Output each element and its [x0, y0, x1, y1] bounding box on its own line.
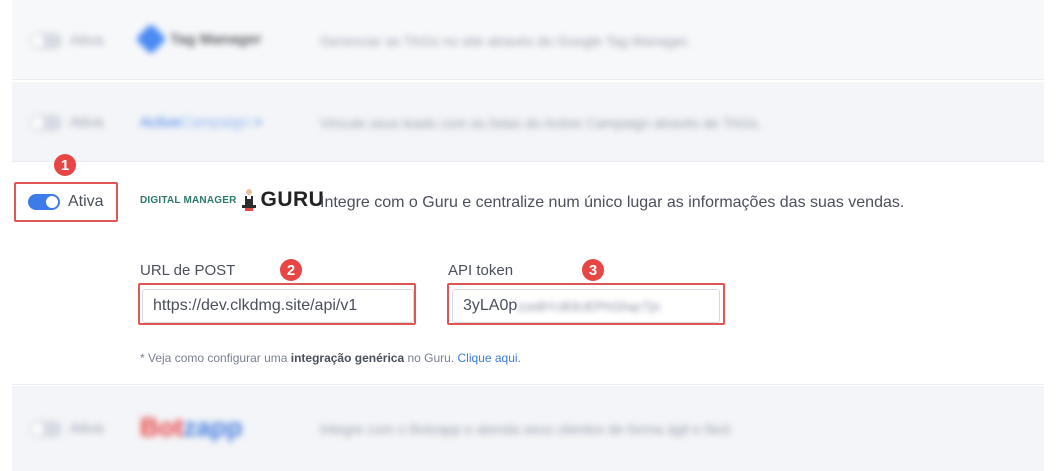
annotation-badge-2: 2 [280, 259, 302, 281]
botzapp-logo: Botzapp [140, 412, 243, 443]
annotation-badge-3: 3 [582, 259, 604, 281]
highlight-token-field [447, 283, 725, 325]
toggle-label: Ativa [70, 420, 104, 437]
tag-manager-diamond-icon [135, 23, 167, 55]
logo-text-big: GURU [260, 188, 325, 211]
integration-row-botzapp: Ativa Botzapp Integre com o Botzapp e at… [12, 386, 1044, 471]
logo-text-red: Bot [140, 412, 184, 442]
integration-description: Integre com o Guru e centralize num únic… [320, 194, 905, 211]
logo-text-main: Active [140, 114, 181, 131]
logo-text-blue: zapp [183, 412, 243, 442]
logo-text-small: DIGITAL MANAGER [140, 194, 237, 206]
toggle-switch[interactable] [30, 420, 62, 437]
help-note: * Veja como configurar uma integração ge… [140, 351, 521, 365]
note-bold: integração genérica [290, 351, 405, 365]
note-middle: no Guru. [404, 351, 458, 365]
toggle-active-campaign[interactable]: Ativa [30, 114, 103, 131]
integration-row-guru: Ativa 1 DIGITAL MANAGER GURU Integre com… [12, 154, 1044, 385]
note-suffix: . [517, 351, 521, 365]
logo-arrow: > [253, 114, 263, 131]
tag-manager-logo: Tag Manager [135, 23, 262, 55]
toggle-switch[interactable] [30, 32, 62, 49]
highlight-toggle [14, 182, 118, 222]
guru-logo: DIGITAL MANAGER GURU [140, 188, 324, 212]
logo-text: Tag Manager [170, 30, 262, 48]
click-here-link[interactable]: Clique aqui [458, 351, 518, 365]
annotation-badge-1: 1 [54, 154, 76, 176]
note-prefix: * Veja como configurar uma [140, 351, 291, 365]
integration-description: Integre com o Botzapp e atenda seus clie… [320, 421, 734, 437]
integration-description: Gerenciar as TAGs no site através do Goo… [320, 33, 691, 49]
url-post-label: URL de POST [140, 262, 236, 279]
toggle-switch[interactable] [30, 114, 62, 131]
api-token-label: API token [448, 262, 514, 279]
active-campaign-logo: ActiveCampaign > [140, 114, 262, 131]
integration-row-tag-manager: Ativa Tag Manager Gerenciar as TAGs no s… [12, 0, 1044, 80]
toggle-label: Ativa [70, 114, 104, 131]
integration-row-active-campaign: Ativa ActiveCampaign > Vincule seus lead… [12, 82, 1044, 162]
logo-text-light: Campaign [180, 114, 250, 131]
integration-description: Vincule seus leads com as listas do Acti… [320, 115, 762, 131]
toggle-botzapp[interactable]: Ativa [30, 420, 103, 437]
toggle-tag-manager[interactable]: Ativa [30, 32, 103, 49]
highlight-url-field [138, 283, 416, 325]
toggle-label: Ativa [70, 32, 104, 49]
guru-figure-icon [241, 189, 256, 211]
